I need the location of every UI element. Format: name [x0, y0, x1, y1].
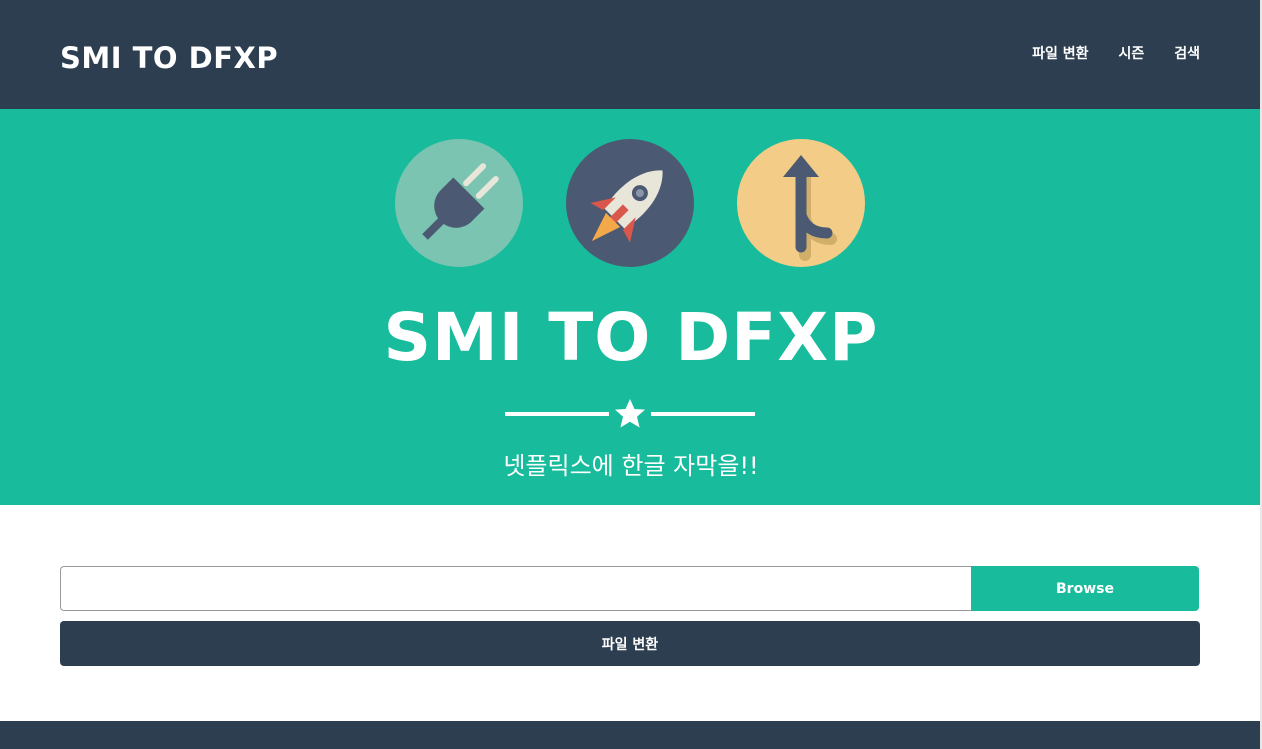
nav-link-season[interactable]: 시즌 — [1118, 44, 1144, 64]
navbar: SMI TO DFXP 파일 변환 시즌 검색 — [0, 0, 1262, 109]
star-icon — [615, 399, 645, 428]
nav-link-convert[interactable]: 파일 변환 — [1032, 44, 1088, 64]
browse-button[interactable]: Browse — [971, 566, 1199, 611]
rocket-icon — [566, 139, 694, 267]
file-path-input[interactable] — [60, 566, 971, 611]
convert-file-button[interactable]: 파일 변환 — [60, 621, 1200, 666]
hero-subtitle: 넷플릭스에 한글 자막을!! — [503, 452, 759, 480]
file-upload-group: Browse — [60, 566, 1199, 611]
brand-logo[interactable]: SMI TO DFXP — [60, 39, 278, 77]
hero-title: SMI TO DFXP — [383, 299, 879, 376]
hero-section: SMI TO DFXP 넷플릭스에 한글 자막을!! — [0, 109, 1262, 505]
divider-line-left — [505, 412, 609, 416]
merge-arrow-icon — [737, 139, 865, 267]
divider-line-right — [651, 412, 755, 416]
nav-menu: 파일 변환 시즌 검색 — [1032, 44, 1200, 64]
footer — [0, 721, 1262, 749]
nav-link-search[interactable]: 검색 — [1174, 44, 1200, 64]
plug-icon — [395, 139, 523, 267]
